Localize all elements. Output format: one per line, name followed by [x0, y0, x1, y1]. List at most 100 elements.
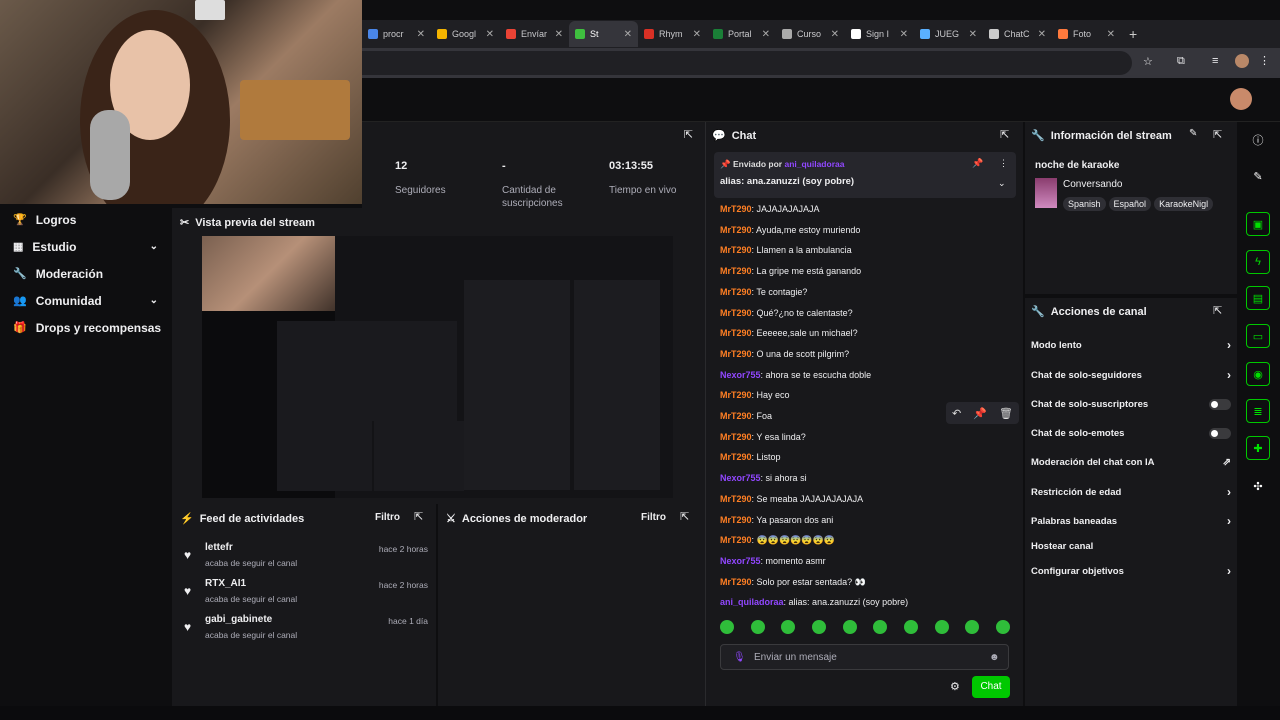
emote-1[interactable] [720, 620, 734, 634]
broadcast-icon[interactable]: ◉ [1246, 362, 1270, 386]
chat-message[interactable]: MrT290: Y esa linda? [720, 432, 806, 442]
chat-username[interactable]: MrT290 [720, 452, 752, 462]
chat-message[interactable]: MrT290: Foa [720, 411, 772, 421]
feed-filter-button[interactable]: Filtro [375, 512, 400, 523]
chat-message[interactable]: MrT290: Qué?¿no te calentaste? [720, 308, 853, 318]
pin-icon[interactable]: 📌 [973, 407, 987, 420]
browser-tab[interactable]: Sign I ✕ [845, 21, 914, 47]
feed-item[interactable]: ♥ lettefr acaba de seguir el canal hace 2 h… [184, 542, 428, 576]
chat-username[interactable]: MrT290 [720, 287, 752, 297]
reply-icon[interactable]: ↶ [952, 407, 961, 420]
emote-3[interactable] [781, 620, 796, 634]
browser-tab[interactable]: Googl ✕ [431, 21, 500, 47]
emote-7[interactable] [903, 620, 918, 634]
chat-message[interactable]: MrT290: 😨😨😨😨😨😨😨 [720, 535, 835, 546]
extensions-icon[interactable]: ✣ [1246, 474, 1270, 498]
chat-username[interactable]: MrT290 [720, 204, 752, 214]
channel-action[interactable]: Chat de solo-emotes [1031, 424, 1231, 442]
close-icon[interactable]: ✕ [417, 29, 425, 40]
sidebar-item[interactable]: ▦ Estudio ⌄ [0, 233, 172, 260]
chat-username[interactable]: MrT290 [720, 328, 752, 338]
browser-tab[interactable]: Envíar ✕ [500, 21, 569, 47]
emoji-icon[interactable]: ☻ [989, 645, 1000, 671]
channel-action[interactable]: Hostear canal [1031, 537, 1231, 555]
browser-tab[interactable]: Foto ✕ [1052, 21, 1121, 47]
bookmark-star-icon[interactable]: ☆ [1143, 55, 1153, 68]
popout-icon[interactable]: ⇱ [1000, 128, 1009, 141]
sidebar-item[interactable]: 🔧 Moderación [0, 260, 172, 287]
chevron-down-icon[interactable]: ⌄ [998, 178, 1006, 189]
emote-5[interactable] [842, 620, 857, 634]
chat-username[interactable]: MrT290 [720, 494, 752, 504]
chat-username[interactable]: MrT290 [720, 535, 752, 545]
bolt-icon[interactable]: ϟ [1246, 250, 1270, 274]
chat-input[interactable]: 🎙 Enviar un mensaje ☻ [720, 644, 1009, 670]
chat-username[interactable]: MrT290 [720, 266, 752, 276]
feed-user[interactable]: gabi_gabinete [205, 614, 272, 625]
popout-icon[interactable]: ⇱ [680, 510, 689, 523]
chat-send-button[interactable]: Chat [972, 676, 1010, 698]
chat-username[interactable]: MrT290 [720, 515, 752, 525]
chat-message[interactable]: Nexor755: ahora se te escucha doble [720, 370, 871, 380]
chat-message[interactable]: MrT290: Se meaba JAJAJAJAJAJA [720, 494, 863, 504]
close-icon[interactable]: ✕ [900, 29, 908, 40]
chat-username[interactable]: MrT290 [720, 390, 752, 400]
channel-action[interactable]: Configurar objetivos › [1031, 562, 1231, 580]
browser-tab[interactable]: St ✕ [569, 21, 638, 47]
chat-username[interactable]: MrT290 [720, 577, 752, 587]
chat-message[interactable]: MrT290: La gripe me está ganando [720, 266, 861, 276]
chat-username[interactable]: Nexor755 [720, 473, 761, 483]
category-name[interactable]: Conversando [1063, 179, 1122, 190]
new-tab-icon[interactable]: + [1129, 26, 1137, 42]
popout-icon[interactable]: ⇱ [684, 128, 693, 141]
chat-username[interactable]: MrT290 [720, 308, 752, 318]
media-icon[interactable]: ≡ [1212, 55, 1218, 67]
close-icon[interactable]: ✕ [693, 29, 701, 40]
sidebar-item[interactable]: 🎁 Drops y recompensas [0, 314, 172, 341]
chat-username[interactable]: Nexor755 [720, 370, 761, 380]
channel-action[interactable]: Chat de solo-suscriptores [1031, 395, 1231, 413]
chat-message[interactable]: MrT290: O una de scott pilgrim? [720, 349, 849, 359]
chat-message[interactable]: MrT290: Listop [720, 452, 781, 462]
url-field[interactable] [362, 51, 1132, 75]
channel-action[interactable]: Restricción de edad › [1031, 483, 1231, 501]
feed-user[interactable]: lettefr [205, 542, 233, 553]
browser-tab[interactable]: ChatC ✕ [983, 21, 1052, 47]
chat-message[interactable]: ani_quiladoraa: alias: ana.zanuzzi (soy … [720, 597, 908, 607]
emote-6[interactable] [873, 620, 888, 634]
close-icon[interactable]: ✕ [831, 29, 839, 40]
emote-4[interactable] [811, 620, 826, 634]
stream-tag[interactable]: Español [1108, 197, 1152, 211]
stream-tag[interactable]: KaraokeNigl [1154, 197, 1214, 211]
toggle-switch[interactable] [1209, 427, 1231, 439]
chat-message[interactable]: MrT290: Hay eco [720, 390, 790, 400]
chat-message[interactable]: MrT290: Te contagie? [720, 287, 807, 297]
popout-icon[interactable]: ⇱ [1213, 128, 1222, 141]
emote-10[interactable] [995, 620, 1010, 634]
chat-message[interactable]: MrT290: Ya pasaron dos ani [720, 515, 833, 525]
pencil-icon[interactable]: ✎ [1246, 164, 1270, 188]
chat-message[interactable]: MrT290: Llamen a la ambulancia [720, 245, 852, 255]
chat-message[interactable]: Nexor755: momento asmr [720, 556, 826, 566]
channel-action[interactable]: Modo lento › [1031, 336, 1231, 354]
chat-message[interactable]: MrT290: Eeeeee,sale un michael? [720, 328, 858, 338]
chat-username[interactable]: ani_quiladoraa [720, 597, 784, 607]
sidebar-item[interactable]: 👥 Comunidad ⌄ [0, 287, 172, 314]
close-icon[interactable]: ✕ [1038, 29, 1046, 40]
chat-username[interactable]: MrT290 [720, 349, 752, 359]
chat-username[interactable]: MrT290 [720, 225, 752, 235]
feed-item[interactable]: ♥ RTX_AI1 acaba de seguir el canal hace 2 h… [184, 578, 428, 612]
chat-message[interactable]: Nexor755: si ahora si [720, 473, 807, 483]
channel-action[interactable]: Chat de solo-seguidores › [1031, 366, 1231, 384]
tools-icon[interactable]: ✚ [1246, 436, 1270, 460]
stream-tag[interactable]: Spanish [1063, 197, 1106, 211]
chat-username[interactable]: MrT290 [720, 432, 752, 442]
chat-username[interactable]: MrT290 [720, 411, 752, 421]
user-avatar[interactable] [1230, 88, 1252, 110]
chat-message[interactable]: MrT290: Ayuda,me estoy muriendo [720, 225, 860, 235]
doc-icon[interactable]: ▤ [1246, 286, 1270, 310]
channel-action[interactable]: Palabras baneadas › [1031, 512, 1231, 530]
emote-2[interactable] [750, 620, 765, 634]
popout-icon[interactable]: ⇱ [1213, 304, 1222, 317]
close-icon[interactable]: ✕ [1107, 29, 1115, 40]
